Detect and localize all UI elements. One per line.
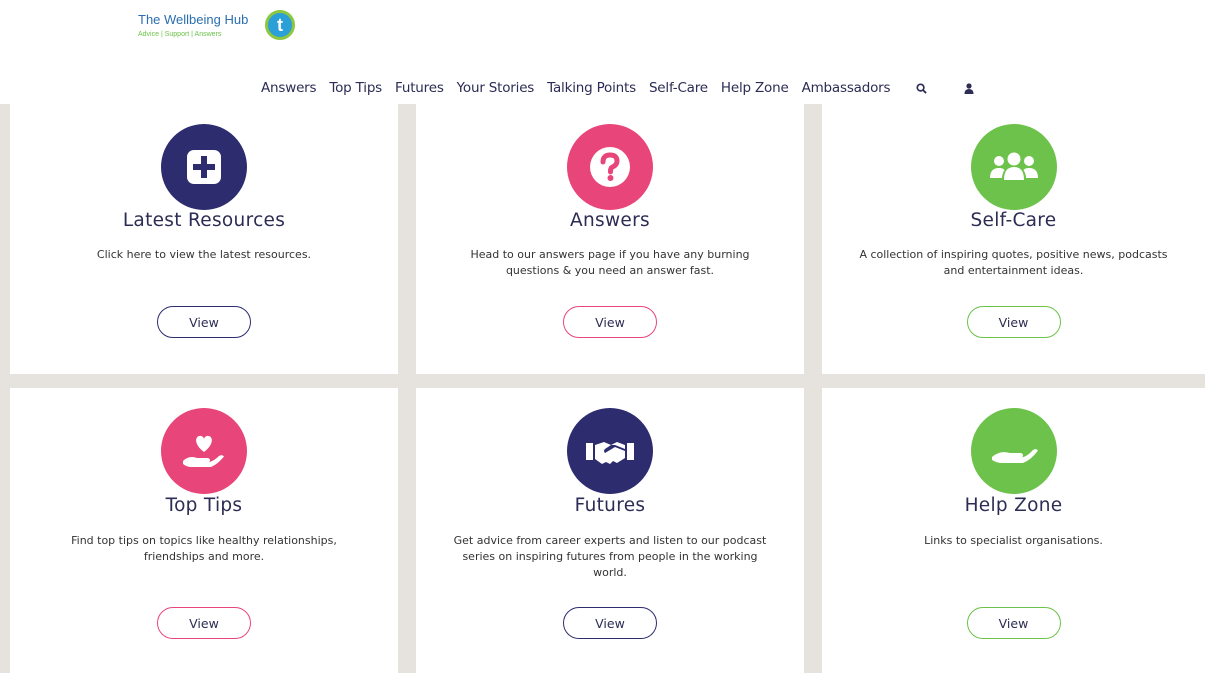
search-icon[interactable] [911,78,931,98]
card-description: Find top tips on topics like healthy rel… [71,534,337,563]
card-top-tips: Top Tips Find top tips on topics like he… [10,388,398,673]
nav-your-stories[interactable]: Your Stories [457,80,535,96]
user-icon[interactable] [959,78,979,98]
card-title: Top Tips [165,495,243,516]
card-description: Links to specialist organisations. [924,534,1103,547]
nav-help-zone[interactable]: Help Zone [721,80,789,96]
card-description: Head to our answers page if you have any… [470,248,750,277]
nav-self-care[interactable]: Self-Care [649,80,708,96]
card-title: Futures [574,495,646,516]
view-button[interactable]: View [157,607,251,639]
main-nav: Answers Top Tips Futures Your Stories Ta… [261,78,999,98]
card-description: Click here to view the latest resources. [96,248,312,261]
view-button[interactable]: View [563,306,657,338]
card-futures: Futures Get advice from career experts a… [416,388,804,673]
view-button[interactable]: View [563,607,657,639]
card-description: Get advice from career experts and liste… [453,534,767,579]
card-description: A collection of inspiring quotes, positi… [859,248,1168,277]
card-help-zone: Help Zone Links to specialist organisati… [822,388,1205,673]
handshake-icon [567,408,653,494]
nav-talking-points[interactable]: Talking Points [547,80,636,96]
view-button[interactable]: View [157,306,251,338]
nav-futures[interactable]: Futures [395,80,444,96]
card-answers: Answers Head to our answers page if you … [416,104,804,374]
nav-answers[interactable]: Answers [261,80,317,96]
card-self-care: Self-Care A collection of inspiring quot… [822,104,1205,374]
logo-badge: t [265,10,295,40]
heart-hand-icon [161,408,247,494]
card-latest-resources: Latest Resources Click here to view the … [10,104,398,374]
logo[interactable]: The Wellbeing Hub Advice | Support | Ans… [138,6,308,46]
logo-tagline: Advice | Support | Answers [138,31,222,38]
logo-title: The Wellbeing Hub [138,12,249,27]
view-button[interactable]: View [966,306,1061,338]
group-icon [970,124,1057,210]
view-button[interactable]: View [966,607,1061,639]
plus-square-icon [161,124,247,210]
card-title: Self-Care [970,210,1057,231]
nav-top-tips[interactable]: Top Tips [329,80,382,96]
open-hand-icon [970,408,1057,494]
card-title: Answers [570,210,650,231]
nav-ambassadors[interactable]: Ambassadors [802,80,891,96]
card-grid: Latest Resources Click here to view the … [0,104,1205,673]
card-title: Latest Resources [122,210,286,231]
question-icon [567,124,653,210]
card-title: Help Zone [964,495,1063,516]
